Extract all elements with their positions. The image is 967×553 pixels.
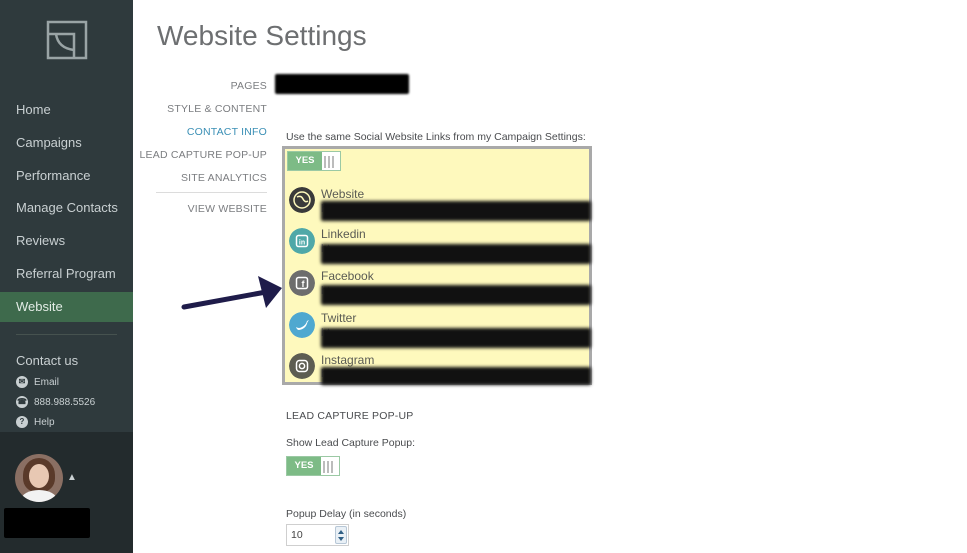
social-row-website: Website ht (285, 183, 591, 223)
social-row-twitter: Twitter ht (285, 309, 591, 349)
facebook-icon: f (289, 270, 315, 296)
sidebar: Home Campaigns Performance Manage Contac… (0, 0, 133, 553)
nav-referral-program[interactable]: Referral Program (0, 259, 133, 289)
nav-campaigns[interactable]: Campaigns (0, 128, 133, 158)
globe-icon (289, 187, 315, 213)
user-menu[interactable]: ▲ (0, 432, 133, 553)
redacted-url-twitter[interactable] (321, 328, 591, 348)
subnav-site-analytics[interactable]: SITE ANALYTICS (181, 172, 267, 184)
grip-icon (324, 155, 338, 168)
nav-home[interactable]: Home (0, 95, 133, 125)
same-links-toggle[interactable]: YES (287, 151, 341, 171)
popup-delay-value[interactable]: 10 (291, 529, 303, 541)
redacted-pages-value (275, 74, 409, 94)
redacted-url-website[interactable] (321, 201, 591, 221)
social-name-facebook: Facebook (321, 269, 374, 283)
lead-capture-section-title: LEAD CAPTURE POP-UP (286, 410, 414, 422)
redacted-url-instagram[interactable] (321, 367, 591, 385)
email-icon: ✉ (16, 376, 28, 388)
toggle-yes-label: YES (288, 152, 322, 170)
social-name-instagram: Instagram (321, 353, 375, 367)
redacted-url-facebook[interactable] (321, 285, 591, 305)
help-icon: ? (16, 416, 28, 428)
svg-text:in: in (299, 240, 305, 247)
grip-icon (323, 460, 337, 473)
subnav-view-website[interactable]: VIEW WEBSITE (188, 203, 267, 215)
nav-reviews[interactable]: Reviews (0, 226, 133, 256)
social-row-facebook: f Facebook ht (285, 267, 591, 307)
contact-email-label: Email (34, 376, 60, 388)
annotation-arrow-icon (181, 276, 282, 310)
social-name-website: Website (321, 187, 365, 201)
subnav-style-content[interactable]: STYLE & CONTENT (167, 103, 267, 115)
subnav-lead-capture[interactable]: LEAD CAPTURE POP-UP (140, 149, 268, 161)
contact-phone-label: 888.988.5526 (34, 396, 96, 408)
popup-delay-label: Popup Delay (in seconds) (286, 508, 407, 520)
stepper-buttons[interactable] (335, 526, 347, 544)
app-root: Home Campaigns Performance Manage Contac… (0, 0, 967, 553)
linkedin-icon: in (289, 228, 315, 254)
nav-divider (16, 334, 117, 335)
social-row-linkedin: in Linkedin ht (285, 225, 591, 265)
social-links-panel: YES Website ht in Linkedin ht (282, 146, 592, 385)
avatar[interactable] (15, 454, 63, 502)
nav-manage-contacts[interactable]: Manage Contacts (0, 193, 133, 223)
twitter-icon (289, 312, 315, 338)
contact-phone-link[interactable]: ☎ 888.988.5526 (16, 396, 95, 408)
subnav-divider (156, 192, 267, 193)
same-links-label: Use the same Social Website Links from m… (286, 131, 586, 143)
toggle-yes-label: YES (287, 457, 321, 475)
page-title: Website Settings (157, 20, 367, 51)
show-popup-label: Show Lead Capture Popup: (286, 437, 416, 449)
instagram-icon (289, 353, 315, 379)
contact-email-link[interactable]: ✉ Email (16, 376, 59, 388)
nav-website[interactable]: Website (0, 292, 133, 322)
brand-logo-icon[interactable] (46, 20, 88, 60)
nav-performance[interactable]: Performance (0, 161, 133, 191)
social-name-linkedin: Linkedin (321, 227, 366, 241)
chevron-up-icon[interactable]: ▲ (67, 472, 77, 483)
contact-help-label: Help (34, 416, 55, 428)
chevron-up-icon[interactable] (338, 530, 344, 534)
show-popup-toggle[interactable]: YES (286, 456, 340, 476)
popup-delay-stepper[interactable]: 10 (286, 524, 349, 546)
redacted-url-linkedin[interactable] (321, 244, 591, 264)
redacted-user-name (4, 508, 90, 538)
subnav-pages[interactable]: PAGES (231, 80, 267, 92)
social-name-twitter: Twitter (321, 311, 357, 325)
subnav-contact-info[interactable]: CONTACT INFO (187, 126, 267, 138)
chevron-down-icon[interactable] (338, 537, 344, 541)
contact-help-link[interactable]: ? Help (16, 416, 55, 428)
contact-us-title: Contact us (16, 353, 79, 368)
phone-icon: ☎ (16, 396, 28, 408)
social-row-instagram: Instagram ht (285, 351, 591, 391)
